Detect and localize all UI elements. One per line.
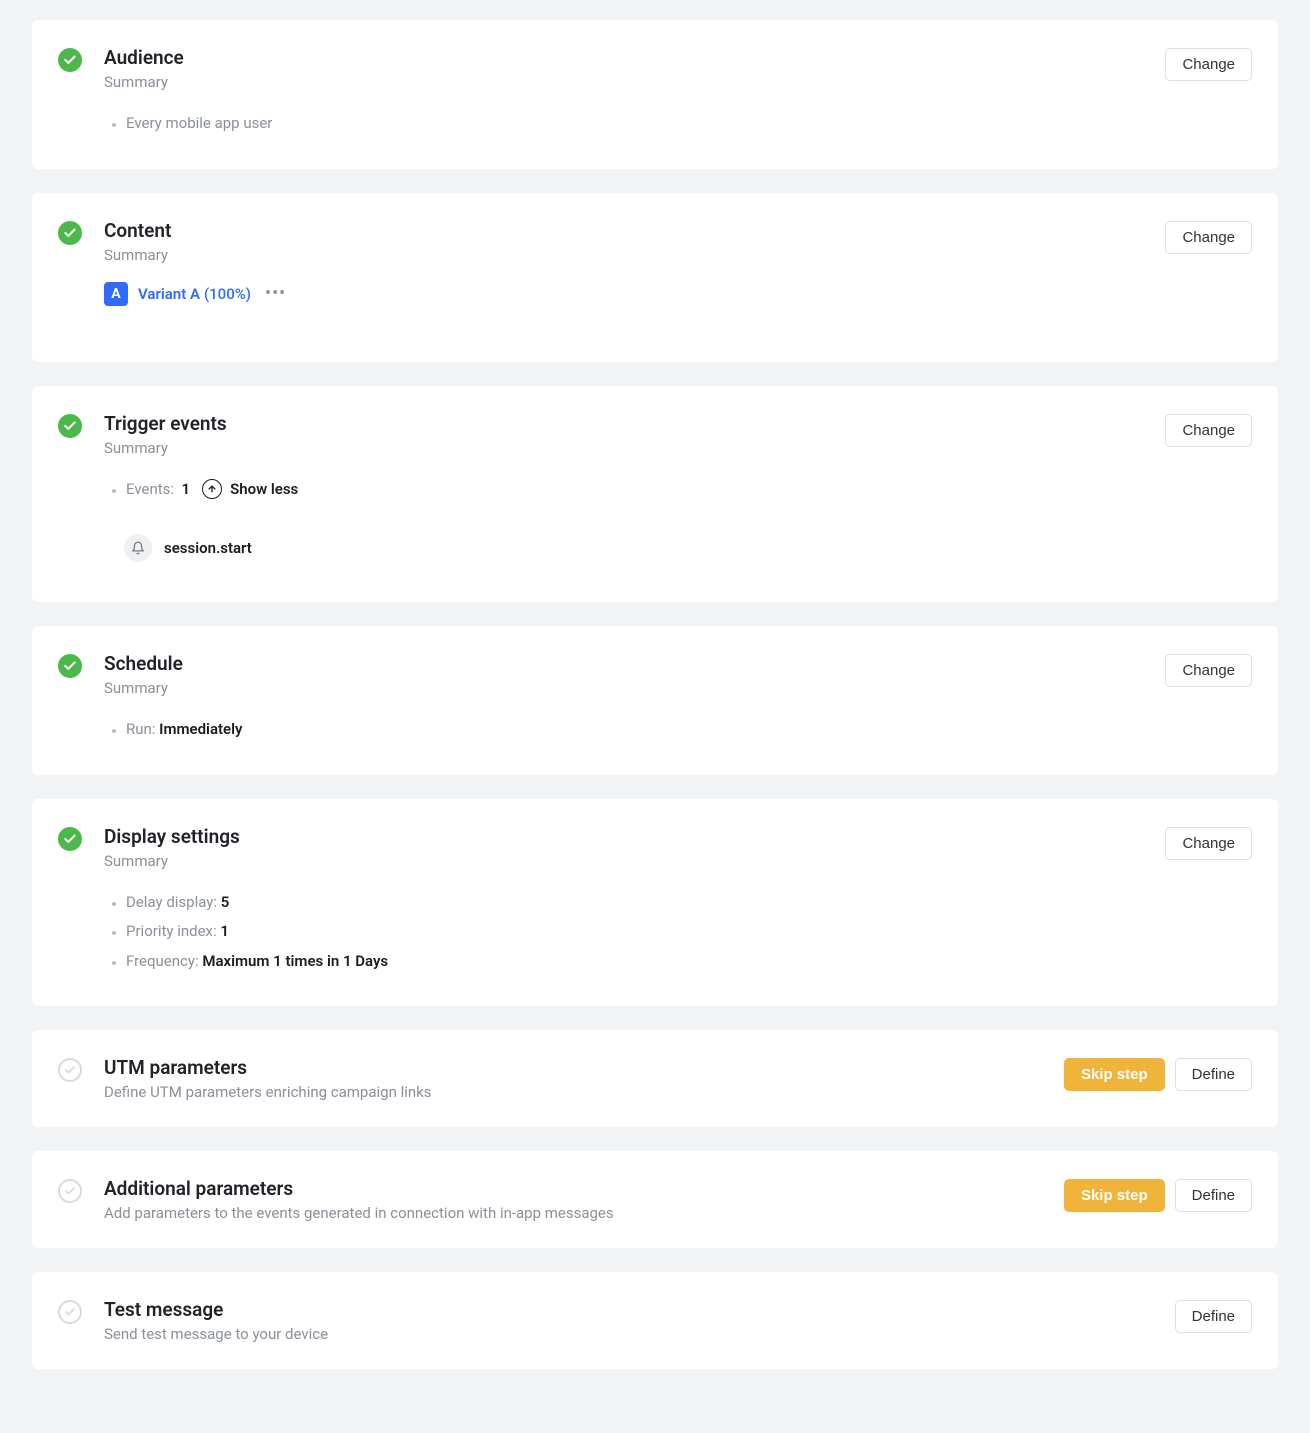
- variant-chip: A: [104, 282, 128, 306]
- change-button[interactable]: Change: [1165, 414, 1252, 447]
- section-title: Display settings: [104, 825, 1143, 848]
- events-label: Events:: [126, 480, 174, 498]
- frequency-label: Frequency:: [126, 952, 199, 970]
- trigger-bullet-list: Events: 1 Show less: [104, 475, 1143, 505]
- change-button[interactable]: Change: [1165, 221, 1252, 254]
- check-icon: [58, 48, 82, 72]
- more-icon[interactable]: •••: [261, 285, 290, 303]
- check-icon: [58, 654, 82, 678]
- run-label: Run: [126, 720, 152, 738]
- section-description: Send test message to your device: [104, 1325, 1153, 1343]
- summary-label: Summary: [104, 679, 1143, 697]
- delay-display-line: Delay display: 5: [126, 888, 1143, 918]
- show-less-label: Show less: [230, 477, 298, 503]
- variant-percentage: (100%): [204, 285, 251, 303]
- check-icon: [58, 827, 82, 851]
- audience-bullet: Every mobile app user: [126, 109, 1143, 139]
- skip-step-button[interactable]: Skip step: [1064, 1179, 1165, 1212]
- change-button[interactable]: Change: [1165, 827, 1252, 860]
- events-count-line: Events: 1 Show less: [126, 475, 1143, 505]
- section-utm-parameters: UTM parameters Define UTM parameters enr…: [32, 1030, 1278, 1127]
- section-title: Additional parameters: [104, 1177, 1042, 1200]
- variant-name: Variant A: [138, 285, 200, 303]
- frequency-line: Frequency: Maximum 1 times in 1 Days: [126, 947, 1143, 977]
- section-trigger-events: Trigger events Summary Events: 1 Show: [32, 386, 1278, 603]
- summary-label: Summary: [104, 852, 1143, 870]
- frequency-value: Maximum 1 times in 1 Days: [202, 952, 388, 970]
- pending-check-icon: [58, 1179, 82, 1203]
- skip-step-button[interactable]: Skip step: [1064, 1058, 1165, 1091]
- change-button[interactable]: Change: [1165, 654, 1252, 687]
- pending-check-icon: [58, 1058, 82, 1082]
- show-less-toggle[interactable]: Show less: [202, 477, 298, 503]
- section-title: Test message: [104, 1298, 1153, 1321]
- pending-check-icon: [58, 1300, 82, 1324]
- section-additional-parameters: Additional parameters Add parameters to …: [32, 1151, 1278, 1248]
- define-button[interactable]: Define: [1175, 1058, 1252, 1091]
- priority-label: Priority index:: [126, 922, 217, 940]
- priority-value: 1: [220, 922, 229, 940]
- section-title: Content: [104, 219, 1143, 242]
- delay-label: Delay display:: [126, 893, 217, 911]
- section-description: Define UTM parameters enriching campaign…: [104, 1083, 1042, 1101]
- section-content: Content Summary A Variant A (100%) ••• C…: [32, 193, 1278, 362]
- display-bullet-list: Delay display: 5 Priority index: 1 Frequ…: [104, 888, 1143, 977]
- summary-label: Summary: [104, 246, 1143, 264]
- check-icon: [58, 414, 82, 438]
- event-name: session.start: [164, 539, 252, 557]
- check-icon: [58, 221, 82, 245]
- define-button[interactable]: Define: [1175, 1300, 1252, 1333]
- priority-index-line: Priority index: 1: [126, 917, 1143, 947]
- section-title: Schedule: [104, 652, 1143, 675]
- section-title: Trigger events: [104, 412, 1143, 435]
- variant-row[interactable]: A Variant A (100%) •••: [104, 282, 1143, 306]
- section-title: UTM parameters: [104, 1056, 1042, 1079]
- section-display-settings: Display settings Summary Delay display: …: [32, 799, 1278, 1007]
- change-button[interactable]: Change: [1165, 48, 1252, 81]
- event-item: session.start: [124, 534, 1143, 562]
- summary-label: Summary: [104, 439, 1143, 457]
- schedule-run-line: Run: Immediately: [126, 715, 1143, 745]
- section-test-message: Test message Send test message to your d…: [32, 1272, 1278, 1369]
- section-audience: Audience Summary Every mobile app user C…: [32, 20, 1278, 169]
- audience-bullet-list: Every mobile app user: [104, 109, 1143, 139]
- events-count: 1: [181, 480, 190, 498]
- schedule-bullet-list: Run: Immediately: [104, 715, 1143, 745]
- run-value: Immediately: [159, 720, 242, 738]
- bell-icon: [124, 534, 152, 562]
- summary-label: Summary: [104, 73, 1143, 91]
- delay-value: 5: [221, 893, 230, 911]
- section-schedule: Schedule Summary Run: Immediately Change: [32, 626, 1278, 775]
- collapse-icon: [202, 479, 222, 499]
- section-title: Audience: [104, 46, 1143, 69]
- section-description: Add parameters to the events generated i…: [104, 1204, 1042, 1222]
- define-button[interactable]: Define: [1175, 1179, 1252, 1212]
